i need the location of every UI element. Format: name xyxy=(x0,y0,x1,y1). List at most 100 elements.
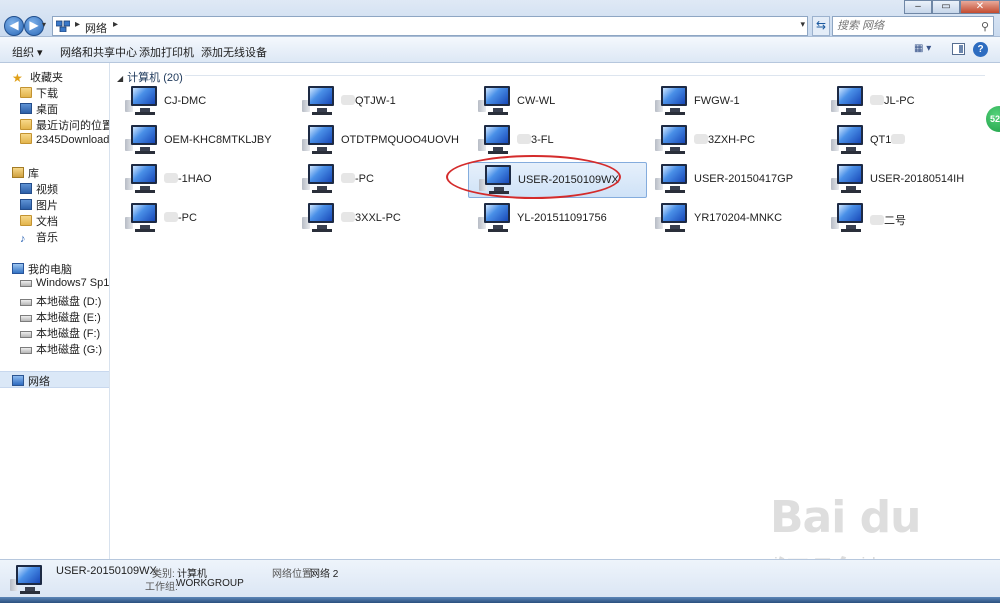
computer-name: YR170204-MNKC xyxy=(694,212,783,224)
computer-icon xyxy=(302,203,336,233)
sidebar-item-drive-f[interactable]: 本地磁盘 (F:) xyxy=(20,325,100,341)
preview-pane-icon[interactable] xyxy=(952,43,965,55)
sidebar-item-label: 库 xyxy=(28,168,39,180)
sidebar-item-downloads[interactable]: 下载 xyxy=(20,85,58,101)
computer-item[interactable]: -PC xyxy=(292,162,464,198)
computer-item[interactable]: USER-20180514IH xyxy=(821,162,993,198)
sidebar-item-favorites[interactable]: ★ 收藏夹 xyxy=(12,69,63,85)
group-title: 计算机 (20) xyxy=(127,72,183,84)
computer-name: FWGW-1 xyxy=(694,95,740,107)
help-icon[interactable]: ? xyxy=(973,42,988,57)
sidebar-item-drive-d[interactable]: 本地磁盘 (D:) xyxy=(20,293,101,309)
computer-icon xyxy=(655,86,689,116)
computer-icon xyxy=(10,565,44,595)
minimize-button[interactable]: – xyxy=(904,0,932,14)
computer-name: QTJW-1 xyxy=(355,95,396,107)
sidebar-item-videos[interactable]: 视频 xyxy=(20,181,58,197)
picture-icon xyxy=(20,199,32,210)
sidebar-item-pictures[interactable]: 图片 xyxy=(20,197,58,213)
computer-item[interactable]: OEM-KHC8MTKLJBY xyxy=(115,123,287,159)
sidebar-item-2345downloads[interactable]: 2345Downloads xyxy=(20,133,109,149)
computer-item[interactable]: USER-20150417GP xyxy=(645,162,817,198)
computer-icon xyxy=(125,125,159,155)
system-drive-icon xyxy=(20,280,32,287)
details-location-value: 网络 2 xyxy=(310,569,339,580)
organize-menu[interactable]: 组织 ▾ xyxy=(12,44,43,60)
computer-icon xyxy=(478,125,512,155)
computer-item[interactable]: CW-WL xyxy=(468,84,640,120)
computer-name: QT1 xyxy=(870,134,892,146)
computer-icon xyxy=(125,164,159,194)
sidebar-item-network[interactable]: 网络 xyxy=(0,371,109,388)
chevron-right-icon[interactable]: ▸ xyxy=(75,19,80,30)
search-box: ⚲ xyxy=(832,16,994,36)
sidebar-item-computer[interactable]: 我的电脑 xyxy=(12,261,72,277)
computer-icon xyxy=(12,263,24,274)
computer-item[interactable]: CJ-DMC xyxy=(115,84,287,120)
search-icon[interactable]: ⚲ xyxy=(981,20,989,33)
group-header[interactable]: ◢ 计算机 (20) xyxy=(117,69,183,85)
group-divider xyxy=(185,75,985,76)
computer-name: 二号 xyxy=(884,215,906,227)
sidebar-item-desktop[interactable]: 桌面 xyxy=(20,101,58,117)
computer-name: -PC xyxy=(178,212,197,224)
sidebar-item-documents[interactable]: 文档 xyxy=(20,213,58,229)
details-name: USER-20150109WX xyxy=(56,565,157,577)
computer-item[interactable]: -1HAO xyxy=(115,162,287,198)
computer-name: -1HAO xyxy=(178,173,212,185)
sidebar-item-label: 收藏夹 xyxy=(30,72,63,84)
sidebar-item-music[interactable]: ♪ 音乐 xyxy=(20,229,58,245)
sidebar-item-drive-g[interactable]: 本地磁盘 (G:) xyxy=(20,341,102,357)
computer-item[interactable]: 3-FL xyxy=(468,123,640,159)
computer-name: USER-20150417GP xyxy=(694,173,794,185)
sidebar-item-label: 视频 xyxy=(36,184,58,196)
computer-item[interactable]: 3ZXH-PC xyxy=(645,123,817,159)
computer-icon xyxy=(831,203,865,233)
breadcrumb-network[interactable]: 网络 xyxy=(85,20,107,36)
forward-button[interactable]: ▶ xyxy=(24,16,44,36)
back-button[interactable]: ◀ xyxy=(4,16,24,36)
sidebar-item-recent[interactable]: 最近访问的位置 xyxy=(20,117,109,133)
document-icon xyxy=(20,215,32,226)
add-printer-button[interactable]: 添加打印机 xyxy=(139,44,194,60)
music-icon: ♪ xyxy=(20,233,26,245)
sidebar-item-drive-c[interactable]: Windows7 Sp1 (C: xyxy=(20,277,109,293)
network-center-button[interactable]: 网络和共享中心 xyxy=(60,44,137,60)
computer-item[interactable]: 二号 xyxy=(821,201,993,237)
address-dropdown-icon[interactable]: ▾ xyxy=(800,19,805,30)
computer-item[interactable]: QTJW-1 xyxy=(292,84,464,120)
computer-item[interactable]: JL-PC xyxy=(821,84,993,120)
computer-name: CJ-DMC xyxy=(164,95,207,107)
computer-name: OEM-KHC8MTKLJBY xyxy=(164,134,272,146)
computer-icon xyxy=(125,203,159,233)
navigation-pane: ★ 收藏夹 下载 桌面 最近访问的位置 2345Downloads 库 视频 图片… xyxy=(0,63,110,559)
maximize-button[interactable]: ▭ xyxy=(932,0,960,14)
computer-item[interactable]: OTDTPMQUOO4UOVH xyxy=(292,123,464,159)
details-location-label: 网络位置: xyxy=(272,569,315,580)
computer-item[interactable]: 3XXL-PC xyxy=(292,201,464,237)
computer-name: -PC xyxy=(355,173,374,185)
close-button[interactable]: ✕ xyxy=(960,0,1000,14)
sidebar-item-drive-e[interactable]: 本地磁盘 (E:) xyxy=(20,309,101,325)
computer-item[interactable]: FWGW-1 xyxy=(645,84,817,120)
computer-name: 3XXL-PC xyxy=(355,212,401,224)
computer-item[interactable]: -PC xyxy=(115,201,287,237)
change-view-icon[interactable]: ▦ ▾ xyxy=(914,43,942,57)
computer-item[interactable]: YR170204-MNKC xyxy=(645,201,817,237)
computer-item[interactable]: YL-201511091756 xyxy=(468,201,640,237)
recent-pages-dropdown[interactable]: ▾ xyxy=(42,20,46,29)
sidebar-item-libraries[interactable]: 库 xyxy=(12,165,39,181)
search-input[interactable] xyxy=(833,17,973,34)
address-input[interactable]: ▸ 网络 ▸ ▾ xyxy=(52,16,808,36)
computer-name: USER-20180514IH xyxy=(870,173,965,185)
add-wireless-button[interactable]: 添加无线设备 xyxy=(201,44,267,60)
sidebar-item-label: 本地磁盘 (G:) xyxy=(36,344,102,356)
collapse-icon[interactable]: ◢ xyxy=(117,74,123,83)
refresh-button[interactable]: ⇆ xyxy=(812,16,830,36)
computer-icon xyxy=(831,125,865,155)
computer-icon xyxy=(302,164,336,194)
sidebar-item-label: 本地磁盘 (E:) xyxy=(36,312,101,324)
computer-item[interactable]: QT1 xyxy=(821,123,993,159)
chevron-right-icon[interactable]: ▸ xyxy=(113,19,118,30)
sidebar-item-label: 音乐 xyxy=(36,232,58,244)
